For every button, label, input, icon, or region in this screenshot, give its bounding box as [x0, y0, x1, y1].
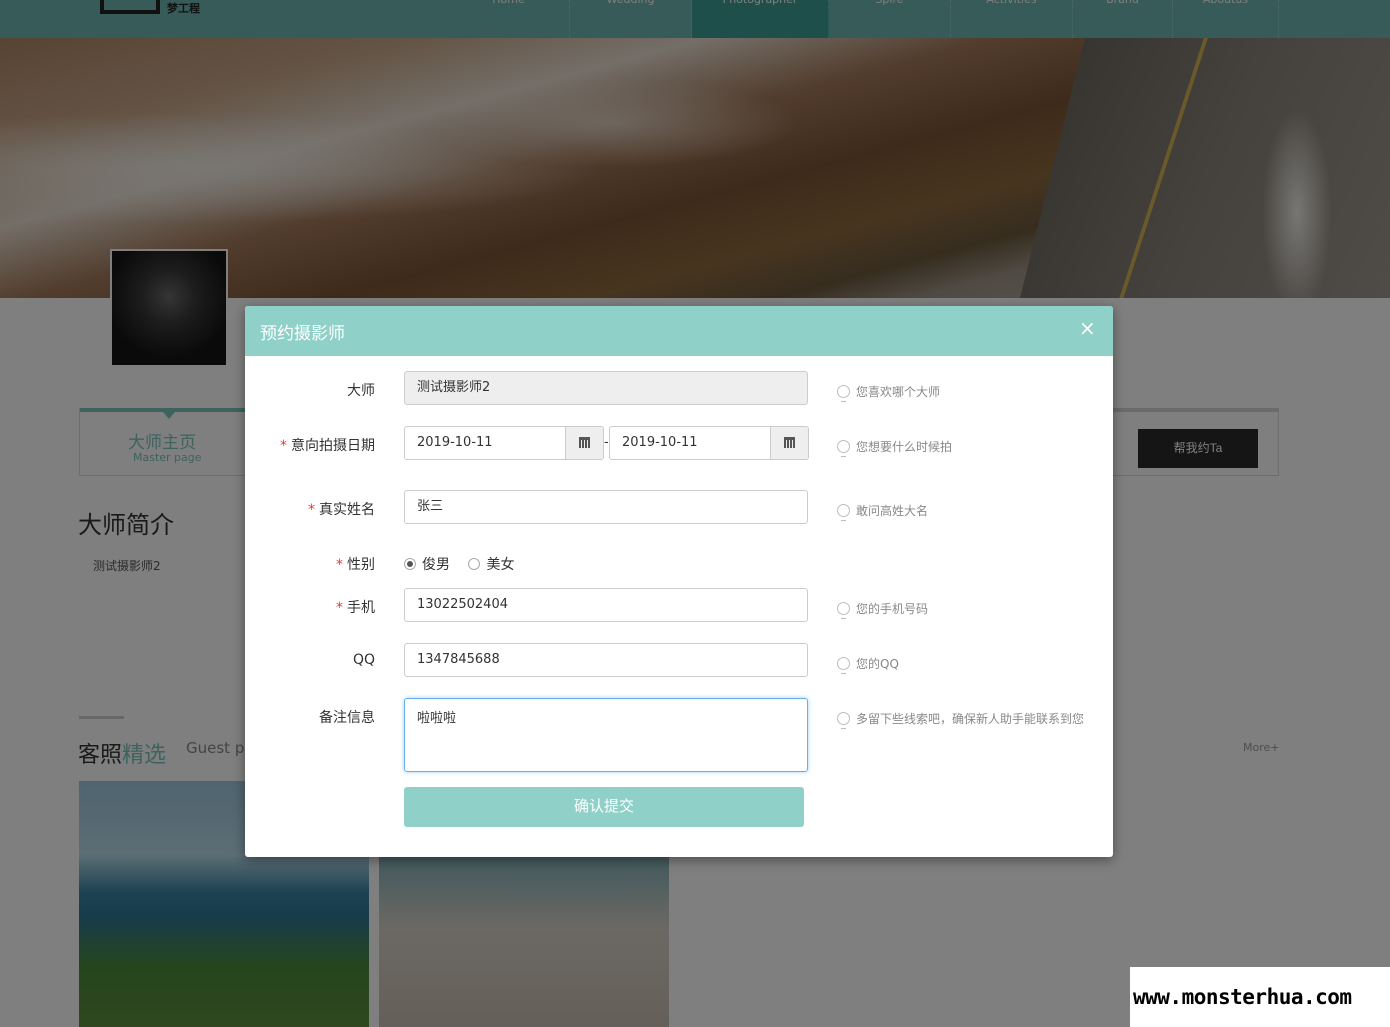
- calendar-icon: [784, 437, 795, 448]
- phone-input[interactable]: 13022502404: [404, 588, 808, 622]
- lightbulb-icon: [837, 602, 850, 619]
- calendar-icon: [579, 437, 590, 448]
- qq-hint: 您的QQ: [837, 655, 899, 674]
- lightbulb-icon: [837, 657, 850, 674]
- phone-hint: 您的手机号码: [837, 600, 928, 619]
- watermark: www.monsterhua.com: [1130, 967, 1390, 1027]
- lightbulb-icon: [837, 712, 850, 729]
- booking-modal: 预约摄影师 × 大师 测试摄影师2 您喜欢哪个大师 * 意向拍摄日期 2019-1…: [245, 306, 1113, 857]
- date-label: * 意向拍摄日期: [280, 438, 375, 454]
- note-textarea[interactable]: 啦啦啦: [404, 698, 808, 772]
- modal-header: 预约摄影师 ×: [245, 306, 1113, 356]
- gender-male-radio[interactable]: [404, 558, 416, 570]
- lightbulb-icon: [837, 504, 850, 521]
- end-date-input[interactable]: 2019-10-11: [610, 427, 770, 459]
- date-separator: -: [604, 435, 609, 450]
- lightbulb-icon: [837, 440, 850, 457]
- gender-radio-group: 俊男 美女: [404, 554, 528, 574]
- lightbulb-icon: [837, 385, 850, 402]
- name-label: * 真实姓名: [308, 502, 375, 518]
- name-input[interactable]: 张三: [404, 490, 808, 524]
- start-date-button[interactable]: [565, 427, 603, 459]
- gender-male-label[interactable]: 俊男: [422, 557, 450, 573]
- master-field: 测试摄影师2: [404, 371, 808, 405]
- date-hint: 您想要什么时候拍: [837, 438, 952, 457]
- master-hint: 您喜欢哪个大师: [837, 383, 940, 402]
- master-label: 大师: [347, 383, 375, 399]
- gender-female-label[interactable]: 美女: [486, 557, 514, 573]
- close-icon[interactable]: ×: [1079, 316, 1096, 340]
- modal-title: 预约摄影师: [260, 324, 345, 344]
- note-label: 备注信息: [319, 710, 375, 726]
- start-date-input[interactable]: 2019-10-11: [405, 427, 565, 459]
- qq-input[interactable]: 1347845688: [404, 643, 808, 677]
- qq-label: QQ: [352, 652, 375, 668]
- gender-female-radio[interactable]: [468, 558, 481, 570]
- gender-label: * 性别: [336, 557, 375, 573]
- end-date-button[interactable]: [770, 427, 808, 459]
- phone-label: * 手机: [336, 600, 375, 616]
- name-hint: 敢问高姓大名: [837, 502, 928, 521]
- note-hint: 多留下些线索吧，确保新人助手能联系到您: [837, 710, 1084, 729]
- start-date-picker[interactable]: 2019-10-11: [404, 426, 604, 460]
- end-date-picker[interactable]: 2019-10-11: [609, 426, 809, 460]
- submit-button[interactable]: 确认提交: [404, 787, 804, 827]
